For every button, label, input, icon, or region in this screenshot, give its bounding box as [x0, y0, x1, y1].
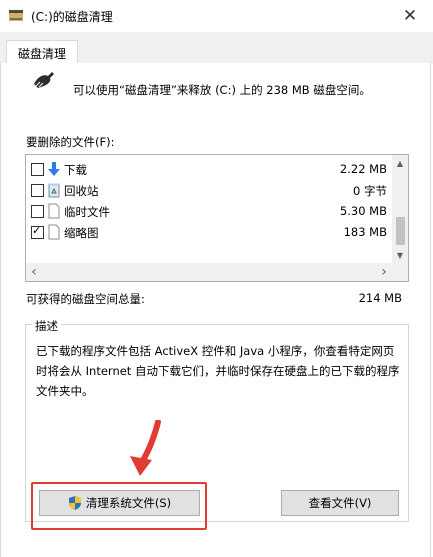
tab-disk-cleanup[interactable]: 磁盘清理	[6, 40, 78, 65]
horizontal-scrollbar[interactable]: ‹ ›	[26, 263, 392, 281]
blank-file-icon	[48, 224, 60, 240]
view-files-button[interactable]: 查看文件(V)	[281, 490, 399, 516]
red-pointer-arrow	[130, 420, 161, 476]
file-name: 回收站	[64, 184, 99, 198]
checkmark-icon: ✓	[32, 224, 42, 237]
file-size: 183 MB	[343, 225, 387, 239]
scroll-left-icon[interactable]: ‹	[26, 263, 42, 281]
title-bar: (C:)的磁盘清理 ✕	[0, 0, 433, 32]
file-size: 0 字节	[353, 184, 387, 198]
disk-cleanup-app-icon	[9, 10, 23, 21]
tab-label: 磁盘清理	[17, 46, 66, 61]
scrollbar-thumb[interactable]	[396, 217, 405, 245]
thumbnails-checkbox[interactable]: ✓	[31, 224, 44, 239]
temp-files-checkbox[interactable]	[31, 205, 44, 218]
clean-up-system-files-label: 清理系统文件(S)	[85, 496, 172, 510]
recycle-bin-checkbox[interactable]	[31, 184, 44, 197]
uac-shield-icon	[68, 496, 81, 510]
vertical-scrollbar[interactable]: ▲ ▼	[392, 155, 408, 263]
scroll-up-icon[interactable]: ▲	[392, 155, 408, 171]
close-button[interactable]: ✕	[387, 0, 433, 32]
list-item-temp-files[interactable]: 临时文件 5.30 MB	[26, 201, 392, 222]
recycle-bin-icon	[48, 183, 60, 198]
list-item-thumbnails[interactable]: ✓ 缩略图 183 MB	[26, 222, 392, 243]
scroll-down-icon[interactable]: ▼	[392, 247, 408, 263]
file-name: 缩略图	[64, 226, 99, 240]
description-text: 已下载的程序文件包括 ActiveX 控件和 Java 小程序，你查看特定网页时…	[36, 344, 400, 398]
files-to-delete-label: 要删除的文件(F):	[26, 135, 115, 149]
scroll-right-icon[interactable]: ›	[376, 263, 392, 281]
clean-up-system-files-button[interactable]: 清理系统文件(S)	[39, 490, 200, 516]
file-size: 5.30 MB	[339, 204, 387, 218]
space-summary-text: 可以使用“磁盘清理”来释放 (C:) 上的 238 MB 磁盘空间。	[73, 83, 371, 97]
view-files-label: 查看文件(V)	[308, 496, 372, 510]
files-list[interactable]: 下载 2.22 MB 回收站 0 字节 临时文件 5.30 MB ✓ 缩略图 1…	[25, 154, 409, 282]
total-space-label: 可获得的磁盘空间总量:	[26, 292, 145, 306]
tab-strip: 磁盘清理	[0, 32, 433, 65]
download-arrow-icon	[48, 162, 60, 176]
file-size: 2.22 MB	[339, 162, 387, 176]
scrollbar-corner	[392, 263, 408, 281]
list-item-recycle-bin[interactable]: 回收站 0 字节	[26, 180, 392, 201]
broom-icon	[34, 72, 54, 88]
blank-file-icon	[48, 203, 60, 219]
window-title: (C:)的磁盘清理	[31, 10, 113, 24]
list-item-downloads[interactable]: 下载 2.22 MB	[26, 159, 392, 180]
file-name: 下载	[64, 163, 87, 177]
close-icon: ✕	[402, 6, 418, 26]
downloads-checkbox[interactable]	[31, 163, 44, 176]
total-space-value: 214 MB	[358, 291, 402, 305]
file-name: 临时文件	[64, 205, 110, 219]
description-legend: 描述	[32, 318, 61, 334]
